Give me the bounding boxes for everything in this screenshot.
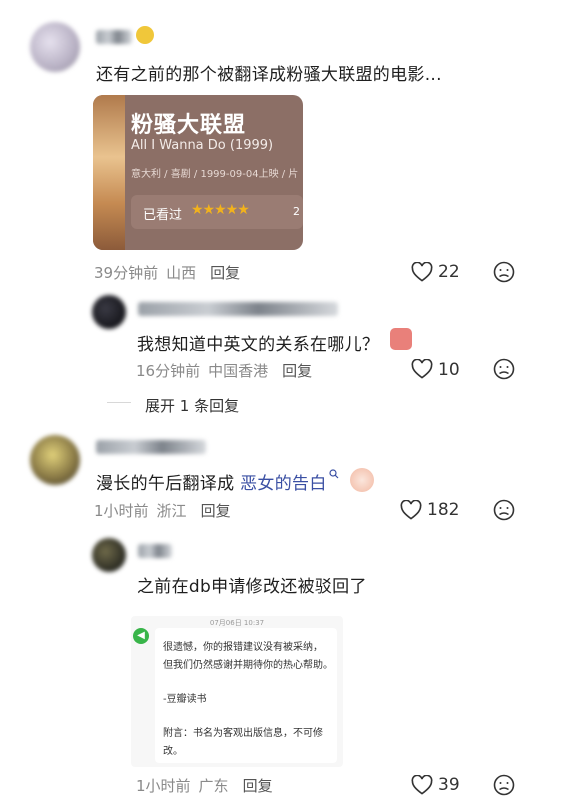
avatar[interactable] [30,435,80,485]
dislike-button[interactable] [493,261,515,283]
comment-meta: 39分钟前 山西 回复 [94,262,240,283]
like-button[interactable] [400,500,422,520]
comment-text: 我想知道中英文的关系在哪儿？ [137,335,380,355]
sad-face-icon [493,499,515,521]
notice-line: 改。 [163,746,183,757]
like-count: 10 [438,360,460,380]
reply-button[interactable]: 回复 [243,777,273,795]
movie-title: 粉骚大联盟 [131,113,247,138]
movie-card[interactable]: 粉骚大联盟 All I Wanna Do (1999) 意大利 / 喜剧 / 1… [93,95,303,250]
reply-button[interactable]: 回复 [210,264,240,282]
dislike-button[interactable] [493,358,515,380]
movie-subtitle: All I Wanna Do (1999) [131,138,274,153]
comment-meta: 1小时前 广东 回复 [136,775,273,796]
like-count: 182 [427,500,460,520]
thumbs-down-emoji-icon [390,328,412,350]
avatar[interactable] [92,538,126,572]
star-rating: ★★★★★ [191,202,250,218]
sad-face-icon [493,774,515,796]
reply-button[interactable]: 回复 [282,362,312,380]
heart-icon [411,775,433,795]
comment-text: 漫长的午后翻译成 恶女的告白 [96,469,339,494]
avatar[interactable] [30,22,80,72]
sad-face-icon [493,261,515,283]
notice-line: 但我们仍然感谢并期待你的热心帮助。 [163,660,333,671]
username[interactable] [96,440,206,454]
comment-meta: 1小时前 浙江 回复 [94,500,231,521]
movie-rating-box: 已看过 ★★★★★ 2 [131,195,303,229]
badge-icon [136,26,154,44]
comment-time: 1小时前 [94,502,149,520]
dislike-button[interactable] [493,774,515,796]
movie-info: 意大利 / 喜剧 / 1999-09-04上映 / 片 [131,169,299,180]
comment-location: 浙江 [156,502,187,520]
heart-icon [411,262,433,282]
reply-button[interactable]: 回复 [201,502,231,520]
comment-time: 16分钟前 [136,362,201,380]
rejection-notice-screenshot: 07月06日 10:37 ◀ 很遗憾，你的报错建议没有被采纳， 但我们仍然感谢并… [131,616,343,767]
username[interactable] [138,544,172,558]
notice-message: 很遗憾，你的报错建议没有被采纳， 但我们仍然感谢并期待你的热心帮助。 -豆瓣读书… [155,628,337,763]
rating-number: 2 [293,205,300,218]
comment-location: 中国香港 [208,362,269,380]
like-button[interactable] [411,775,433,795]
expand-replies-button[interactable]: 展开 1 条回复 [145,395,239,416]
like-button[interactable] [411,359,433,379]
comment-location: 山西 [166,264,197,282]
heart-icon [400,500,422,520]
douban-icon: ◀ [133,628,149,644]
username[interactable] [96,30,132,44]
like-count: 22 [438,262,460,282]
notice-line: 很遗憾，你的报错建议没有被采纳， [163,642,323,653]
search-link[interactable]: 恶女的告白 [240,474,327,494]
like-button[interactable] [411,262,433,282]
notice-line: 附言：书名为客观出版信息，不可修 [163,728,323,739]
comment-text-plain: 漫长的午后翻译成 [96,474,235,494]
comment-location: 广东 [198,777,229,795]
sad-face-icon [493,358,515,380]
username[interactable] [138,302,338,316]
like-count: 39 [438,775,460,795]
comment-text: 之前在db申请修改还被驳回了 [137,577,367,597]
watched-label: 已看过 [143,208,183,223]
expand-divider [107,402,131,403]
comment-text: 还有之前的那个被翻译成粉骚大联盟的电影... [96,65,442,85]
comment-time: 1小时前 [136,777,191,795]
avatar[interactable] [92,295,126,329]
search-icon[interactable] [329,469,339,479]
crying-emoji-icon [350,468,374,492]
heart-icon [411,359,433,379]
movie-poster-image [93,95,125,250]
comment-time: 39分钟前 [94,264,159,282]
comment-meta: 16分钟前 中国香港 回复 [136,360,312,381]
dislike-button[interactable] [493,499,515,521]
notice-date: 07月06日 10:37 [209,619,265,627]
notice-signature: -豆瓣读书 [163,694,207,705]
